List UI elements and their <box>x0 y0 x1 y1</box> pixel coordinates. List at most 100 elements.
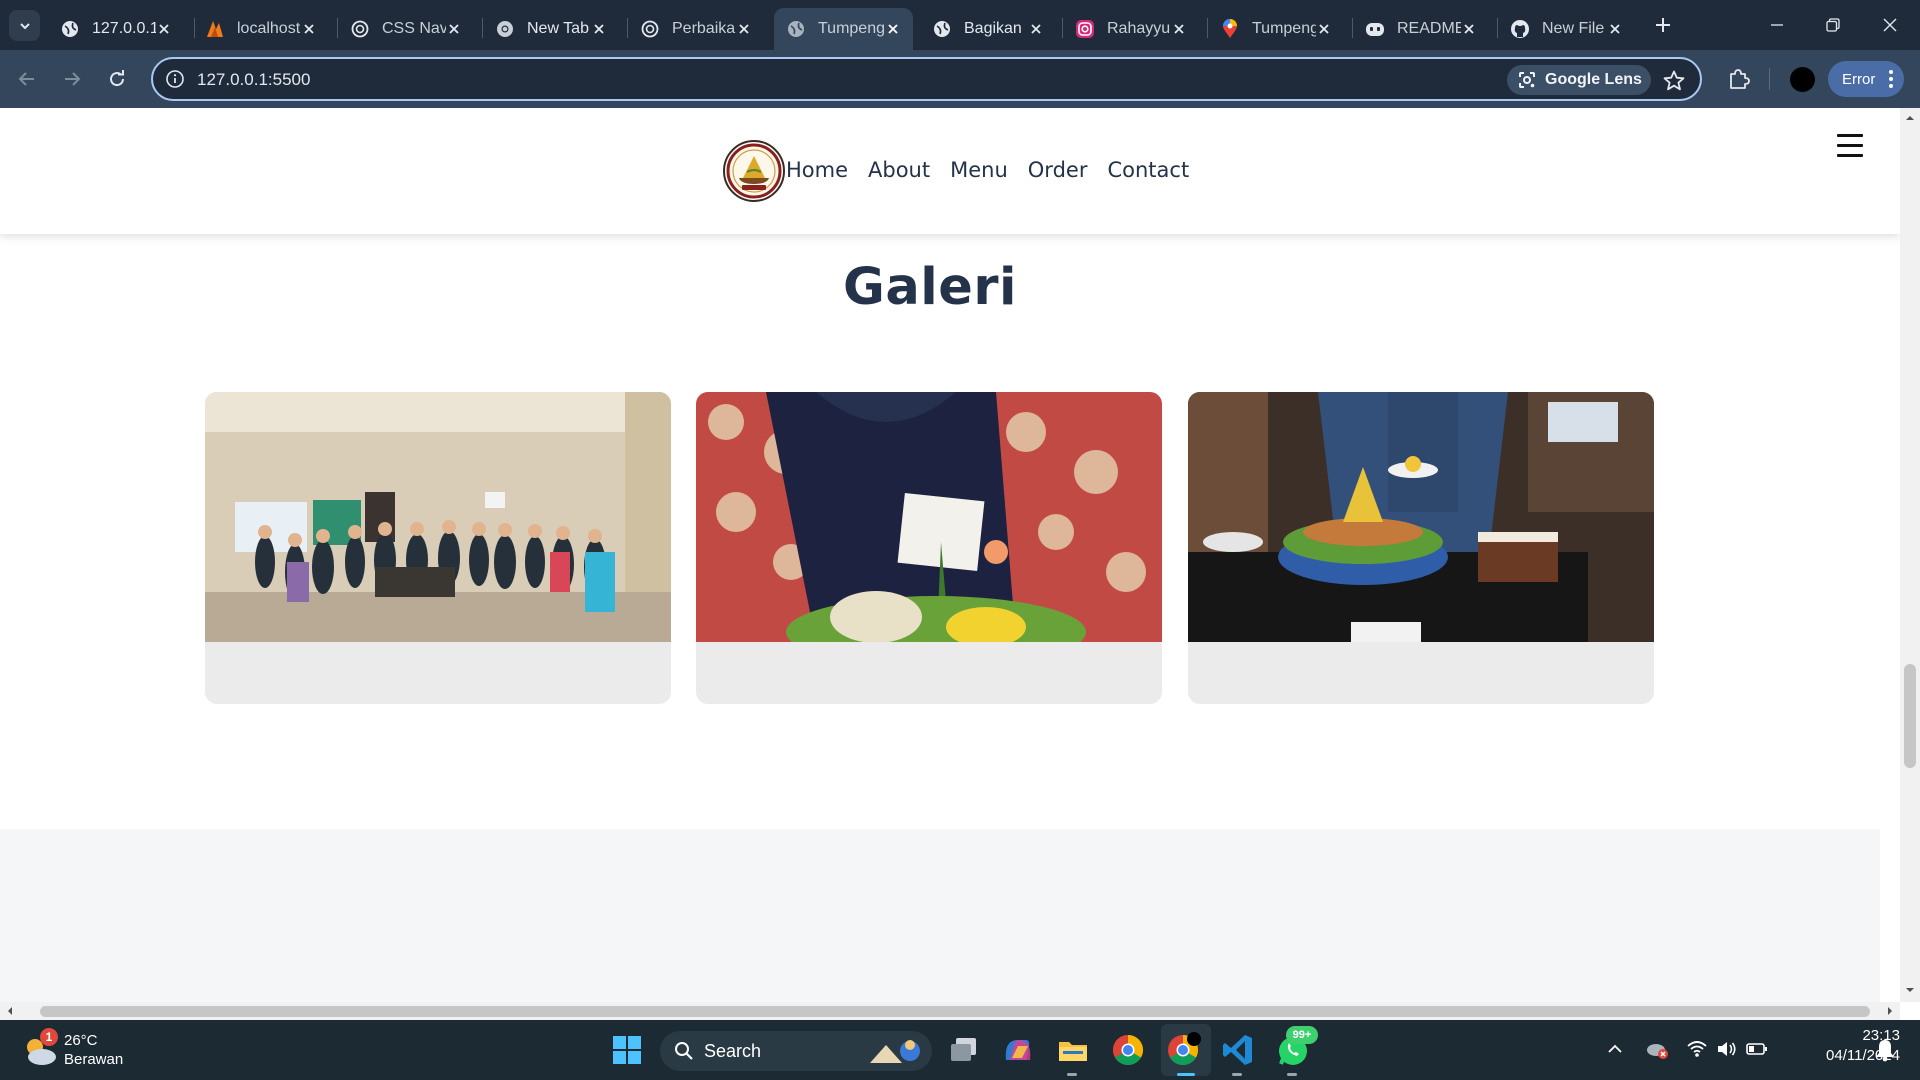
chevron-up-icon[interactable] <box>1606 1040 1624 1058</box>
extensions-button[interactable] <box>1723 63 1755 95</box>
tab-1[interactable]: 127.0.0.1 <box>48 8 183 50</box>
weather-temperature: 26°C <box>64 1032 98 1049</box>
copilot-icon <box>1365 19 1385 39</box>
gallery-card[interactable] <box>696 392 1162 704</box>
restore-button[interactable] <box>1813 8 1853 42</box>
scroll-up-icon[interactable] <box>1904 112 1916 124</box>
reload-button[interactable] <box>101 63 133 95</box>
vscode-icon[interactable] <box>1220 1032 1256 1068</box>
chrome-icon[interactable] <box>1110 1032 1146 1068</box>
taskbar-search-box[interactable]: Search <box>660 1031 932 1071</box>
tab-title: Perbaika <box>672 20 736 37</box>
maps-icon <box>1220 19 1240 39</box>
github-icon <box>1510 19 1530 39</box>
chevron-down-icon <box>19 22 30 29</box>
main-nav: Home About Menu Order Contact <box>786 158 1189 182</box>
windows-start-icon[interactable] <box>609 1032 645 1068</box>
gallery-card[interactable] <box>1188 392 1654 704</box>
close-icon[interactable] <box>1461 21 1476 37</box>
close-icon[interactable] <box>1171 21 1186 37</box>
horizontal-scrollbar[interactable] <box>0 1002 1900 1020</box>
chatgpt-icon <box>640 19 660 39</box>
tab-3[interactable]: CSS Nav <box>338 8 473 50</box>
close-window-button[interactable] <box>1870 8 1910 42</box>
info-icon[interactable] <box>165 69 185 89</box>
wifi-icon[interactable] <box>1686 1038 1708 1060</box>
close-icon[interactable] <box>446 21 461 37</box>
tab-8[interactable]: Rahayyu <box>1063 8 1198 50</box>
scroll-down-icon[interactable] <box>1904 984 1916 996</box>
task-view-icon[interactable] <box>946 1032 982 1068</box>
tab-6-active[interactable]: Tumpeng <box>774 8 913 50</box>
tab-title: Rahayyu <box>1107 20 1171 37</box>
tab-10[interactable]: README <box>1353 8 1488 50</box>
horizontal-scroll-thumb[interactable] <box>40 1006 1870 1017</box>
running-indicator <box>1067 1073 1077 1076</box>
weather-widget[interactable]: 1 26°C Berawan <box>22 1028 182 1072</box>
gallery-photo <box>1188 392 1654 642</box>
vertical-scrollbar[interactable] <box>1900 108 1920 1002</box>
scroll-right-icon[interactable] <box>1884 1005 1896 1017</box>
error-menu-button[interactable]: Error <box>1828 61 1904 97</box>
tab-title: CSS Nav <box>382 20 447 37</box>
minimize-button[interactable] <box>1757 8 1797 42</box>
tab-title: localhost <box>237 20 301 37</box>
tab-title: 127.0.0.1 <box>92 20 157 37</box>
volume-icon[interactable] <box>1716 1038 1738 1060</box>
section-title: Galeri <box>843 258 1017 317</box>
tab-7[interactable]: Bagikan <box>920 8 1055 50</box>
globe-icon <box>60 19 80 39</box>
plus-icon <box>1656 18 1670 32</box>
error-label: Error <box>1842 70 1876 88</box>
nav-link-home[interactable]: Home <box>786 158 848 182</box>
google-lens-button[interactable]: Google Lens <box>1507 65 1651 95</box>
puzzle-icon <box>1730 69 1750 89</box>
next-section <box>0 829 1880 1002</box>
tab-2[interactable]: localhost <box>193 8 328 50</box>
close-icon[interactable] <box>736 21 751 37</box>
forward-button[interactable] <box>56 63 88 95</box>
notification-bell-icon[interactable] <box>1874 1038 1896 1062</box>
gallery-card[interactable] <box>205 392 671 704</box>
instagram-icon <box>1075 19 1095 39</box>
scroll-left-icon[interactable] <box>4 1005 16 1017</box>
restore-icon <box>1826 18 1840 32</box>
close-icon[interactable] <box>156 21 171 37</box>
tab-11[interactable]: New File <box>1498 8 1635 50</box>
web-page: Home About Menu Order Contact Galeri <box>0 108 1900 1002</box>
close-icon[interactable] <box>1028 21 1043 37</box>
tab-search-button[interactable] <box>9 10 40 41</box>
close-icon[interactable] <box>1608 21 1623 37</box>
file-explorer-icon[interactable] <box>1055 1032 1091 1068</box>
close-icon[interactable] <box>1316 21 1331 37</box>
weather-condition: Berawan <box>64 1051 124 1068</box>
chrome-icon <box>495 19 515 39</box>
arrow-right-icon <box>65 72 81 86</box>
tab-4[interactable]: New Tab <box>483 8 618 50</box>
tab-5[interactable]: Perbaika <box>628 8 763 50</box>
tab-9[interactable]: Tumpeng <box>1208 8 1343 50</box>
hamburger-menu-icon[interactable] <box>1837 134 1863 158</box>
nav-link-contact[interactable]: Contact <box>1107 158 1189 182</box>
close-icon[interactable] <box>301 21 316 37</box>
onedrive-error-icon[interactable] <box>1645 1038 1669 1060</box>
address-bar[interactable]: 127.0.0.1:5500 Google Lens <box>151 57 1702 101</box>
bookmark-star-icon[interactable] <box>1662 69 1686 93</box>
chrome-profile-icon[interactable] <box>1165 1032 1201 1068</box>
new-tab-button[interactable] <box>1650 12 1676 38</box>
copilot-app-icon[interactable] <box>1000 1032 1036 1068</box>
tumpeng-logo-icon <box>726 143 782 199</box>
vertical-scroll-thumb[interactable] <box>1904 664 1916 768</box>
url-text[interactable]: 127.0.0.1:5500 <box>197 70 310 90</box>
battery-icon[interactable] <box>1746 1040 1768 1058</box>
site-logo[interactable] <box>723 140 785 202</box>
nav-link-order[interactable]: Order <box>1028 158 1088 182</box>
profile-avatar[interactable] <box>1790 67 1815 92</box>
nav-link-about[interactable]: About <box>868 158 930 182</box>
back-button[interactable] <box>11 63 43 95</box>
nav-link-menu[interactable]: Menu <box>950 158 1008 182</box>
close-icon[interactable] <box>886 21 901 37</box>
globe-icon <box>786 19 806 39</box>
running-indicator <box>1232 1073 1242 1076</box>
close-icon[interactable] <box>591 21 606 37</box>
